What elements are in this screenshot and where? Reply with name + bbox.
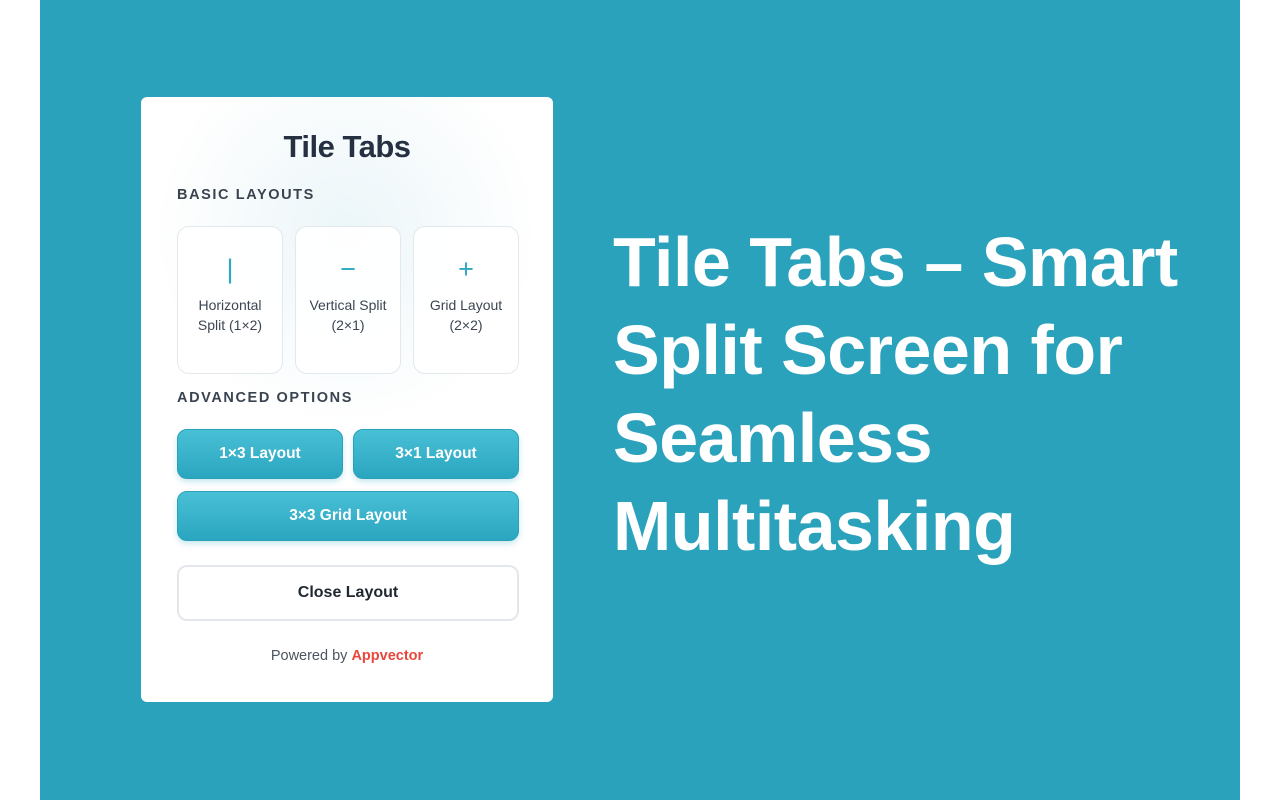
- vertical-bar-icon: |: [226, 254, 234, 284]
- promo-headline: Tile Tabs – Smart Split Screen for Seaml…: [613, 223, 1178, 565]
- grid-layout-button[interactable]: + Grid Layout (2×2): [413, 226, 519, 374]
- advanced-options-heading: ADVANCED OPTIONS: [177, 390, 353, 406]
- brand-link[interactable]: Appvector: [351, 648, 423, 664]
- close-layout-button[interactable]: Close Layout: [177, 565, 519, 621]
- plus-icon: +: [458, 254, 474, 284]
- layout-1x3-button[interactable]: 1×3 Layout: [177, 429, 343, 479]
- horizontal-split-label: Horizontal Split (1×2): [197, 297, 263, 333]
- layout-3x1-button[interactable]: 3×1 Layout: [353, 429, 519, 479]
- grid-3x3-button[interactable]: 3×3 Grid Layout: [177, 491, 519, 541]
- promo-background: Tile Tabs BASIC LAYOUTS | Horizontal Spl…: [40, 0, 1240, 800]
- grid-layout-label: Grid Layout (2×2): [429, 297, 503, 333]
- footer-credit: Powered by Appvector: [141, 648, 553, 664]
- minus-icon: −: [340, 254, 356, 284]
- vertical-split-button[interactable]: − Vertical Split (2×1): [295, 226, 401, 374]
- basic-layouts-heading: BASIC LAYOUTS: [177, 187, 315, 203]
- horizontal-split-button[interactable]: | Horizontal Split (1×2): [177, 226, 283, 374]
- vertical-split-label: Vertical Split (2×1): [309, 297, 387, 333]
- popup-title: Tile Tabs: [283, 129, 411, 164]
- footer-prefix: Powered by: [270, 648, 348, 664]
- extension-popup: Tile Tabs BASIC LAYOUTS | Horizontal Spl…: [141, 97, 553, 702]
